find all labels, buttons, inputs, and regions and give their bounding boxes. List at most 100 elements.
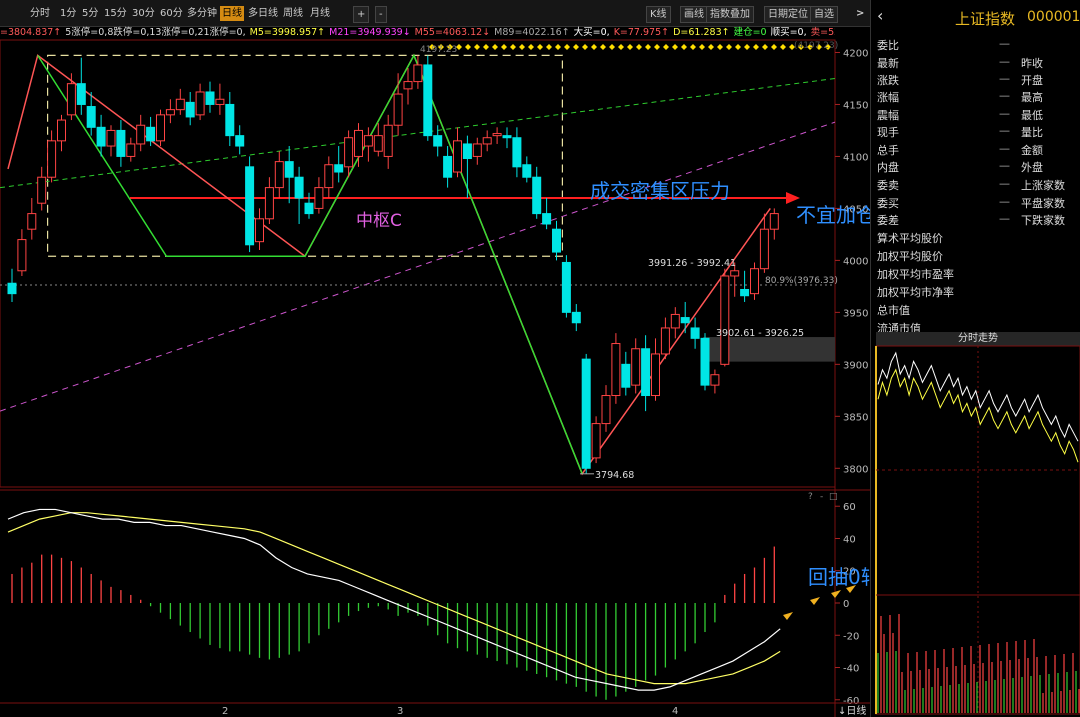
quote-label-right-5: 金额 xyxy=(1021,144,1043,157)
candle-body xyxy=(235,135,245,147)
candle-body xyxy=(76,83,86,105)
candle-body xyxy=(462,143,472,160)
high-label: 4197.23 xyxy=(420,45,457,55)
macd-tick-label: -20 xyxy=(843,631,859,642)
candle-body xyxy=(631,348,641,386)
candle-body xyxy=(453,140,462,173)
quote-label-left-0: 委比 xyxy=(877,39,899,52)
candle-body xyxy=(245,166,255,246)
candle-body xyxy=(284,161,294,178)
price-tick-label: 4200 xyxy=(843,48,868,59)
index-title: 上证指数 xyxy=(955,10,1016,28)
quote-label-left-1: 最新 xyxy=(877,57,899,70)
candle-body xyxy=(413,64,423,83)
candle-body xyxy=(571,311,581,324)
candle-body xyxy=(532,176,542,215)
candle-body xyxy=(314,187,324,209)
candle-body xyxy=(492,133,502,137)
x-tick-label: 4 xyxy=(672,706,678,717)
quote-label-left-8: 委卖 xyxy=(877,179,899,192)
quote-label-left-12: 加权平均股价 xyxy=(877,250,943,263)
macd-help-icon: ? xyxy=(808,492,813,502)
candle-body xyxy=(195,91,205,116)
candle-body xyxy=(641,348,651,397)
candle-body xyxy=(690,327,700,339)
candle-body xyxy=(552,228,561,253)
candle-body xyxy=(27,213,37,230)
quote-value-dash-7: — xyxy=(999,159,1010,172)
quote-value-dash-2: — xyxy=(999,72,1010,85)
candle-body xyxy=(165,109,175,116)
candle-body xyxy=(611,343,621,397)
candle-body xyxy=(759,228,769,270)
quote-label-right-7: 上涨家数 xyxy=(1021,179,1065,192)
quote-value-dash-10: — xyxy=(999,212,1010,225)
quote-label-left-10: 委差 xyxy=(877,214,899,227)
fenshi-title: 分时走势 xyxy=(876,332,1080,346)
candle-body xyxy=(7,282,17,295)
quote-label-right-0: 昨收 xyxy=(1021,57,1043,70)
pullback-arrow xyxy=(831,590,841,598)
macd-minimize-icon: - xyxy=(820,492,823,502)
candle-body xyxy=(225,103,235,137)
candle-body xyxy=(17,239,27,272)
macd-tick-label: 0 xyxy=(843,599,849,610)
candle-body xyxy=(482,137,492,145)
pressure-label: 成交密集区压力 xyxy=(590,179,730,203)
candle-body xyxy=(740,288,750,297)
candle-body xyxy=(443,155,453,178)
candle-body xyxy=(175,98,185,111)
quote-value-dash-3: — xyxy=(999,89,1010,102)
candle-body xyxy=(433,135,443,147)
candle-body xyxy=(373,135,383,152)
candle-body xyxy=(255,218,264,243)
candle-body xyxy=(403,81,413,90)
candle-body xyxy=(344,137,354,168)
candle-body xyxy=(86,106,96,128)
candle-body xyxy=(215,98,225,105)
macd-tick-label: 60 xyxy=(843,502,856,513)
quote-label-right-3: 最低 xyxy=(1021,109,1043,122)
candle-body xyxy=(660,327,670,355)
quote-label-left-5: 现手 xyxy=(877,126,899,139)
candle-body xyxy=(621,363,631,388)
candle-body xyxy=(205,91,215,105)
macd-dif-line xyxy=(7,508,781,691)
kline-chart: 420041504100405040003950390038503800中枢C成… xyxy=(0,39,870,717)
candle-body xyxy=(750,268,759,295)
candle-body xyxy=(651,353,660,397)
candle-body xyxy=(116,129,126,157)
quote-label-left-2: 涨跌 xyxy=(877,74,899,87)
price-tick-label: 3850 xyxy=(843,412,868,423)
candle-body xyxy=(720,275,730,365)
low-label: 3794.68 xyxy=(595,470,634,481)
quote-label-left-3: 涨幅 xyxy=(877,91,899,104)
price-tick-label: 3800 xyxy=(843,464,868,475)
candle-body xyxy=(710,374,720,386)
candle-body xyxy=(423,64,433,137)
quote-label-left-15: 总市值 xyxy=(877,304,910,317)
pullback-arrow xyxy=(783,612,793,620)
back-icon[interactable]: ‹ xyxy=(877,6,883,25)
candle-body xyxy=(334,164,344,173)
quote-label-right-8: 平盘家数 xyxy=(1021,197,1065,210)
price-tick-label: 4000 xyxy=(843,256,868,267)
quote-value-dash-4: — xyxy=(999,107,1010,120)
pullback-arrow xyxy=(810,597,820,605)
macd-tick-label: 40 xyxy=(843,534,856,545)
macd-dea-line xyxy=(7,512,781,685)
candle-body xyxy=(670,313,680,329)
bottom-daily-label: ↓日线 xyxy=(838,704,866,717)
candle-body xyxy=(324,164,334,189)
candle-body xyxy=(136,124,146,145)
index-code: 000001 xyxy=(1027,9,1080,25)
candle-body xyxy=(542,213,552,225)
candle-body xyxy=(472,143,482,157)
quote-label-left-13: 加权平均市盈率 xyxy=(877,268,954,281)
x-tick-label: 3 xyxy=(397,706,403,717)
quote-label-left-4: 震幅 xyxy=(877,109,899,122)
candle-body xyxy=(156,114,165,142)
pullback-label: 回抽0轴 xyxy=(808,565,870,589)
candle-body xyxy=(106,129,116,147)
quote-label-right-1: 开盘 xyxy=(1021,74,1043,87)
